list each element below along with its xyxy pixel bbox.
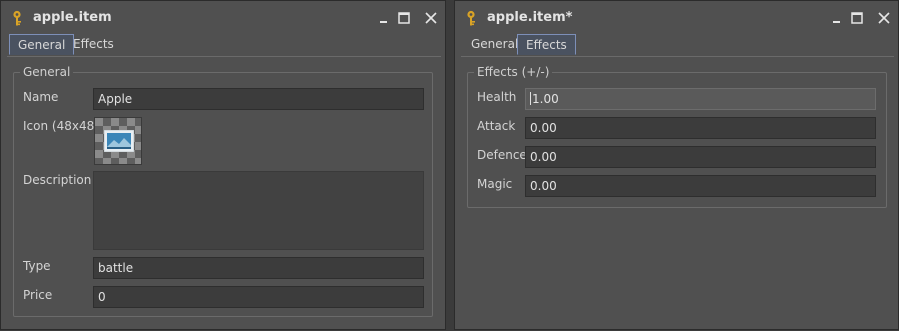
- titlebar: apple.item*: [455, 1, 898, 35]
- text-caret: [530, 92, 531, 105]
- item-editor-general: apple.item General Effects General Name …: [0, 0, 446, 330]
- price-label: Price: [23, 288, 53, 302]
- health-label: Health: [477, 90, 517, 104]
- attack-field[interactable]: 0.00: [525, 117, 876, 139]
- maximize-icon[interactable]: [848, 9, 866, 27]
- tab-bar: General Effects: [461, 34, 894, 57]
- description-field[interactable]: [93, 171, 424, 250]
- icon-label: Icon (48x48): [23, 119, 99, 133]
- tab-bar: General Effects: [7, 34, 441, 57]
- name-field[interactable]: Apple: [93, 88, 424, 110]
- description-label: Description: [23, 173, 92, 187]
- maximize-icon[interactable]: [395, 9, 413, 27]
- magic-field[interactable]: 0.00: [525, 175, 876, 197]
- titlebar: apple.item: [1, 1, 445, 35]
- group-legend: Effects (+/-): [474, 65, 553, 79]
- key-icon: [13, 10, 21, 26]
- minimize-icon[interactable]: [828, 9, 846, 27]
- group-legend: General: [20, 65, 74, 79]
- type-field[interactable]: battle: [93, 257, 424, 279]
- close-icon[interactable]: [875, 9, 893, 27]
- magic-label: Magic: [477, 177, 513, 191]
- window-title: apple.item*: [487, 10, 573, 25]
- close-icon[interactable]: [422, 9, 440, 27]
- key-icon: [467, 10, 475, 26]
- window-title: apple.item: [33, 10, 112, 25]
- defence-label: Defence: [477, 148, 527, 162]
- health-value: 1.00: [532, 92, 559, 106]
- tab-effects[interactable]: Effects: [517, 34, 576, 55]
- tab-effects[interactable]: Effects: [65, 34, 122, 55]
- item-image-icon: [104, 130, 134, 152]
- defence-field[interactable]: 0.00: [525, 146, 876, 168]
- health-field[interactable]: 1.00: [525, 88, 876, 110]
- item-editor-effects: apple.item* General Effects Effects (+/-…: [454, 0, 899, 330]
- price-field[interactable]: 0: [93, 286, 424, 308]
- minimize-icon[interactable]: [375, 9, 393, 27]
- name-label: Name: [23, 90, 59, 104]
- icon-picker[interactable]: [94, 117, 142, 165]
- type-label: Type: [23, 259, 51, 273]
- attack-label: Attack: [477, 119, 516, 133]
